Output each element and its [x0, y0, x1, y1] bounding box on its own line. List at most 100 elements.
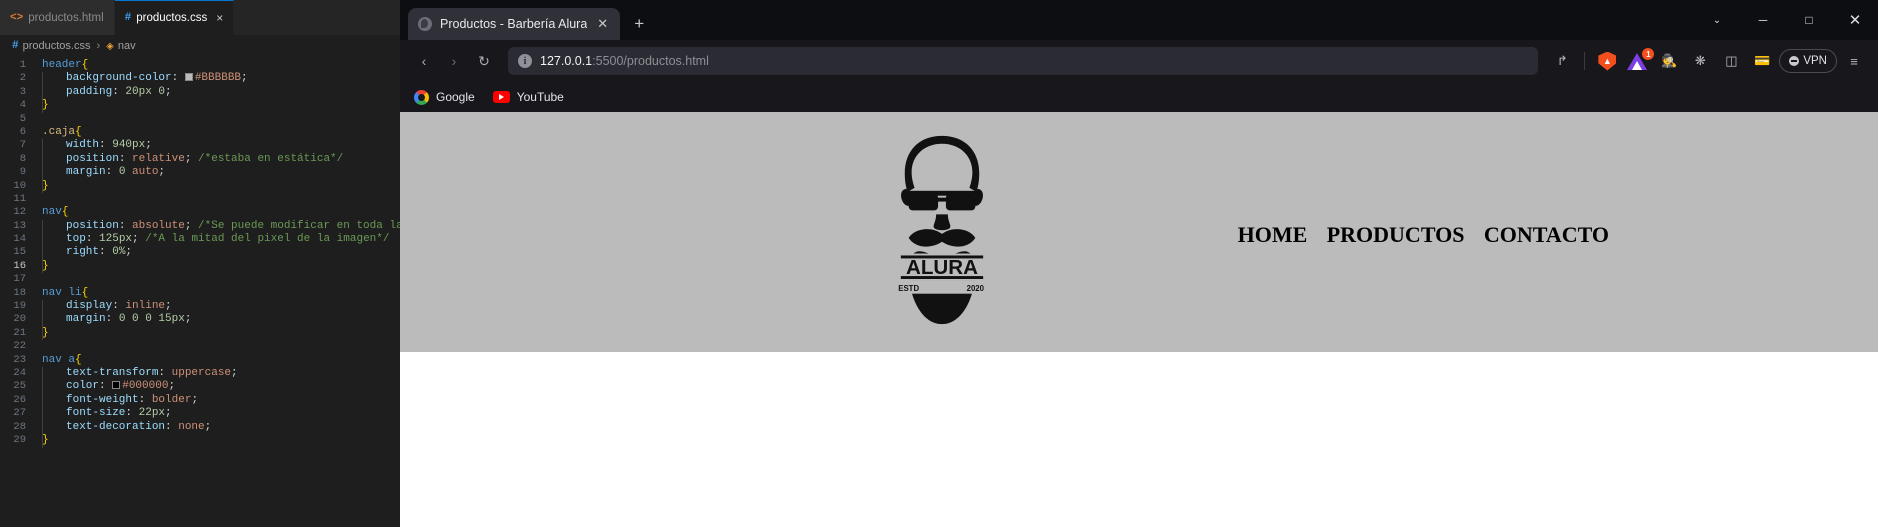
code-token: absolute: [132, 219, 185, 232]
extension-notification-icon[interactable]: 1: [1624, 47, 1655, 75]
editor-tab-label: productos.css: [136, 12, 208, 24]
code-line: 8 position: relative; /*estaba en estátic…: [0, 153, 400, 166]
code-text: header{: [34, 59, 88, 72]
code-editor-content[interactable]: 1 header{2 background-color: #BBBBBB; 3 padd…: [0, 57, 400, 527]
code-token: {: [61, 206, 69, 219]
color-swatch: [184, 73, 193, 82]
minimize-button[interactable]: ─: [1740, 0, 1786, 40]
bookmark-google[interactable]: Google: [414, 89, 475, 105]
code-token: position: [66, 152, 119, 165]
vpn-button[interactable]: VPN: [1779, 49, 1837, 73]
bookmark-youtube[interactable]: YouTube: [492, 90, 564, 104]
address-bar[interactable]: i 127.0.0.1:5500/productos.html: [508, 47, 1539, 75]
hamburger-menu-icon[interactable]: ≡: [1840, 47, 1868, 75]
lion-glyph: ▲: [1598, 51, 1617, 71]
code-token: margin: [66, 166, 106, 179]
browser-tab-title: Productos - Barbería Alura: [440, 17, 588, 31]
indent-guide: [42, 367, 43, 448]
code-token: 125px: [99, 233, 133, 246]
code-line: 19 display: inline;: [0, 300, 400, 313]
reload-button[interactable]: ↻: [470, 47, 498, 75]
code-token: uppercase: [171, 366, 232, 379]
code-token: right: [66, 246, 100, 259]
globe-favicon-icon: [418, 17, 432, 31]
code-line: 29}: [0, 434, 400, 447]
brave-shields-icon[interactable]: ▲: [1593, 47, 1621, 75]
code-token: auto: [132, 166, 159, 179]
code-line: 14 top: 125px; /*A la mitad del pixel de …: [0, 233, 400, 246]
code-token: text-decoration: [66, 420, 166, 433]
code-token: 940px: [112, 139, 146, 152]
code-token: :: [105, 166, 119, 179]
close-icon[interactable]: ×: [216, 11, 223, 25]
url-path: :5500/productos.html: [592, 54, 709, 68]
breadcrumb-symbol[interactable]: nav: [118, 40, 136, 52]
line-number: 18: [13, 286, 26, 299]
google-icon: [414, 89, 429, 105]
line-number: 12: [13, 206, 26, 219]
nav-item: CONTACTO: [1484, 222, 1609, 247]
code-token: ;: [145, 139, 152, 152]
code-line: 3 padding: 20px 0;: [0, 86, 400, 99]
vpn-label: VPN: [1803, 55, 1827, 67]
nav-link-productos[interactable]: PRODUCTOS: [1327, 222, 1465, 247]
code-line: 13 position: absolute; /*Se puede modific…: [0, 220, 400, 233]
breadcrumb-file[interactable]: productos.css: [23, 40, 91, 52]
site-info-icon[interactable]: i: [518, 54, 532, 68]
code-line: 24 text-transform: uppercase;: [0, 367, 400, 380]
indent-guide: [42, 139, 43, 193]
code-line: 22: [0, 340, 400, 353]
forward-button[interactable]: ›: [440, 47, 468, 75]
color-swatch: [112, 381, 121, 390]
back-button[interactable]: ‹: [410, 47, 438, 75]
editor-tab-productos-html[interactable]: <> productos.html: [0, 0, 115, 35]
code-token: ;: [168, 380, 176, 393]
code-text: padding: 20px 0;: [34, 86, 172, 99]
leo-ai-icon[interactable]: 🕵: [1655, 47, 1683, 75]
toolbar-actions: ↱ ▲ 1 🕵 ❋ ◫ 💳 VPN ≡: [1548, 47, 1868, 75]
line-number: 14: [13, 233, 26, 246]
wallet-icon[interactable]: 💳: [1748, 47, 1776, 75]
sidebar-toggle-icon[interactable]: ◫: [1717, 47, 1745, 75]
code-token: 20px 0: [125, 85, 166, 98]
code-token: ;: [165, 407, 172, 420]
indent-guide: [42, 219, 43, 274]
chevron-down-icon[interactable]: ⌄: [1694, 0, 1740, 40]
code-token: font-size: [66, 407, 126, 420]
editor-tab-bar: <> productos.html # productos.css ×: [0, 0, 400, 35]
code-token: ;: [204, 420, 212, 433]
maximize-button[interactable]: □: [1786, 0, 1832, 40]
code-token: padding: [66, 85, 113, 98]
code-token: .caja: [42, 125, 76, 138]
code-line: 2 background-color: #BBBBBB;: [0, 72, 400, 85]
nav-link-contacto[interactable]: CONTACTO: [1484, 222, 1609, 247]
line-number: 27: [13, 407, 26, 420]
bookmark-label: YouTube: [516, 90, 564, 104]
line-number: 10: [13, 179, 26, 192]
nav-link-home[interactable]: HOME: [1238, 222, 1308, 247]
editor-tab-productos-css[interactable]: # productos.css ×: [114, 0, 235, 35]
code-token: ;: [231, 366, 238, 379]
share-icon[interactable]: ↱: [1548, 47, 1576, 75]
line-number: 9: [19, 166, 26, 179]
code-line: 21}: [0, 327, 400, 340]
code-token: ;: [184, 219, 199, 232]
code-text: text-transform: uppercase;: [34, 367, 238, 380]
new-tab-button[interactable]: +: [634, 14, 644, 34]
code-token: ;: [184, 152, 199, 165]
code-token: :: [138, 393, 152, 406]
browser-tab[interactable]: Productos - Barbería Alura ✕: [408, 8, 621, 40]
code-text: display: inline;: [34, 300, 172, 313]
code-token: :: [165, 420, 179, 433]
close-icon[interactable]: ✕: [595, 16, 610, 32]
extensions-puzzle-icon[interactable]: ❋: [1686, 47, 1714, 75]
code-text: top: 125px; /*A la mitad del pixel de la…: [34, 233, 389, 246]
code-line: 5: [0, 113, 400, 126]
code-token: :: [158, 366, 172, 379]
nav-list: HOME PRODUCTOS CONTACTO: [1223, 222, 1609, 248]
code-line: 25 color: #000000;: [0, 380, 400, 393]
line-number: 26: [13, 393, 26, 406]
close-window-button[interactable]: ✕: [1832, 0, 1878, 40]
line-number: 13: [13, 219, 26, 232]
